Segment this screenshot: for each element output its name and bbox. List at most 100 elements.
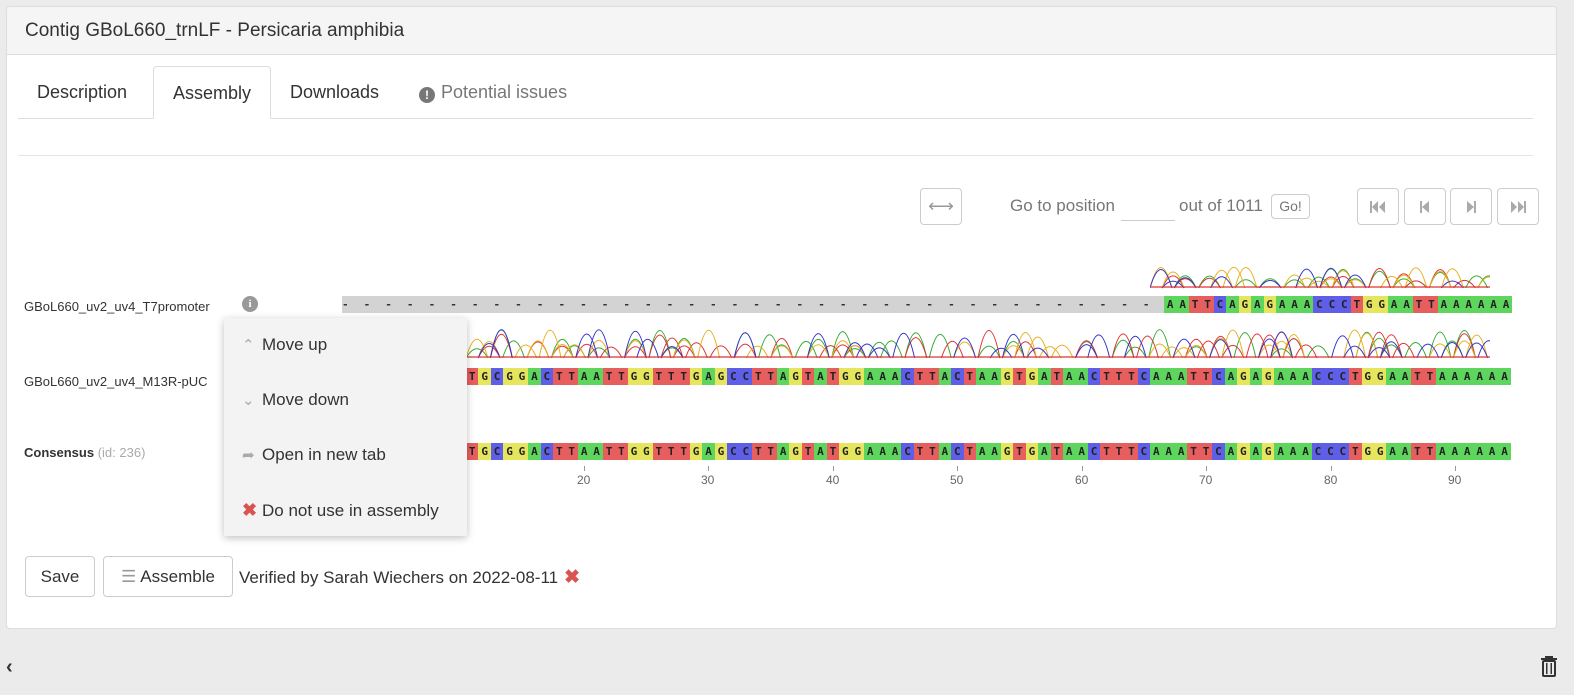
menu-item-label: Open in new tab <box>262 445 386 464</box>
nucleotide: T <box>1349 443 1362 460</box>
nucleotide: G <box>1237 443 1250 460</box>
red-x-icon: ✖ <box>242 500 258 520</box>
nucleotide: T <box>963 443 976 460</box>
nucleotide: T <box>1112 368 1126 385</box>
last-position-button[interactable] <box>1497 188 1539 225</box>
tab-potential-issues[interactable]: ! Potential issues <box>400 66 586 118</box>
nucleotide: A <box>1498 443 1511 460</box>
step-back-icon <box>1420 201 1429 213</box>
nucleotide: T <box>602 368 616 385</box>
previous-position-button[interactable] <box>1404 188 1446 225</box>
nucleotide: G <box>714 443 728 460</box>
nucleotide: G <box>689 368 703 385</box>
nucleotide: C <box>951 443 964 460</box>
nucleotide: A <box>1386 443 1399 460</box>
nucleotide: A <box>1274 368 1287 385</box>
tab-downloads[interactable]: Downloads <box>271 66 398 118</box>
nucleotide: A <box>1387 296 1401 313</box>
nucleotide: A <box>1164 296 1177 313</box>
nucleotide: T <box>615 443 628 460</box>
nucleotide: G <box>503 443 516 460</box>
nucleotide: A <box>1249 368 1262 385</box>
nucleotide: T <box>1201 296 1214 313</box>
nucleotide: A <box>1286 368 1300 385</box>
tick-mark <box>1455 466 1456 471</box>
nucleotide: T <box>1112 443 1126 460</box>
menu-item-move-up[interactable]: ⌃ Move up <box>242 335 327 355</box>
collapse-sidebar-icon[interactable]: ‹ <box>6 656 13 679</box>
nucleotide: A <box>1275 296 1289 313</box>
nucleotide: A <box>1398 368 1412 385</box>
nucleotide: A <box>814 368 827 385</box>
remove-verification-icon[interactable]: ✖ <box>564 567 580 588</box>
nucleotide: A <box>1174 443 1188 460</box>
nucleotide: A <box>1286 443 1300 460</box>
menu-item-open-new-tab[interactable]: ➦ Open in new tab <box>242 445 386 465</box>
nucleotide: A <box>702 443 715 460</box>
tick-mark <box>708 466 709 471</box>
menu-item-do-not-use[interactable]: ✖ Do not use in assembly <box>242 500 439 521</box>
nucleotide: A <box>1251 296 1264 313</box>
nucleotide: G <box>1262 368 1275 385</box>
nucleotide: A <box>1437 296 1451 313</box>
nucleotide: C <box>1311 443 1325 460</box>
nucleotide: C <box>1338 296 1351 313</box>
position-input[interactable] <box>1121 192 1175 221</box>
verified-status: Verified by Sarah Wiechers on 2022-08-11… <box>239 566 580 589</box>
tab-description-label: Description <box>37 82 128 102</box>
nucleotide: T <box>1100 368 1113 385</box>
nucleotide: T <box>466 443 479 460</box>
read-name-m13r[interactable]: GBoL660_uv2_uv4_M13R-pUC <box>24 374 208 389</box>
read-name-t7promoter[interactable]: GBoL660_uv2_uv4_T7promoter <box>24 299 210 314</box>
goto-label: Go to position <box>1010 196 1115 215</box>
first-position-button[interactable] <box>1357 188 1399 225</box>
skip-to-start-icon <box>1370 201 1385 213</box>
tick-mark <box>957 466 958 471</box>
nucleotide: G <box>478 443 491 460</box>
next-position-button[interactable] <box>1450 188 1492 225</box>
nucleotide: A <box>1398 443 1412 460</box>
nucleotide: T <box>963 368 976 385</box>
nucleotide: T <box>926 368 939 385</box>
nucleotide: T <box>565 443 578 460</box>
page-title: Contig GBoL660_trnLF - Persicaria amphib… <box>7 7 1556 55</box>
nucleotide: T <box>553 368 566 385</box>
nucleotide: G <box>640 368 653 385</box>
nucleotide: A <box>1038 368 1051 385</box>
align-center-icon: ☰ <box>121 567 137 586</box>
nucleotide: C <box>490 368 504 385</box>
trash-icon[interactable] <box>1540 655 1558 677</box>
tab-assembly[interactable]: Assembly <box>153 66 272 119</box>
nucleotide: A <box>1224 443 1238 460</box>
nucleotide: A <box>1063 443 1076 460</box>
nucleotide: T <box>1423 368 1437 385</box>
nucleotide: T <box>913 368 927 385</box>
nucleotide: A <box>1448 368 1461 385</box>
nucleotide: G <box>627 368 641 385</box>
tab-description[interactable]: Description <box>18 66 146 118</box>
nucleotide: T <box>764 368 777 385</box>
nucleotide: A <box>938 368 952 385</box>
nucleotide: C <box>1336 443 1350 460</box>
nucleotide: G <box>1000 443 1014 460</box>
go-button[interactable]: Go! <box>1271 194 1310 219</box>
trace-line <box>1161 267 1476 289</box>
skip-to-end-icon <box>1511 201 1526 213</box>
info-icon[interactable]: i <box>242 296 258 312</box>
nucleotide: T <box>764 443 777 460</box>
nucleotide: A <box>1288 296 1301 313</box>
menu-item-move-down[interactable]: ⌄ Move down <box>242 390 349 410</box>
nucleotide: A <box>888 443 902 460</box>
expand-button[interactable]: ⟷ <box>920 188 962 225</box>
nucleotide: C <box>490 443 504 460</box>
nucleotide: G <box>1262 443 1275 460</box>
nucleotide: G <box>1373 368 1387 385</box>
assemble-button[interactable]: ☰ Assemble <box>103 556 233 597</box>
nucleotide: A <box>814 443 827 460</box>
nucleotide: T <box>652 368 665 385</box>
save-button[interactable]: Save <box>25 556 95 597</box>
tab-potential-issues-label: Potential issues <box>441 82 568 102</box>
nucleotide: A <box>1249 443 1262 460</box>
nucleotide: C <box>1137 368 1151 385</box>
nucleotide: A <box>1162 443 1175 460</box>
